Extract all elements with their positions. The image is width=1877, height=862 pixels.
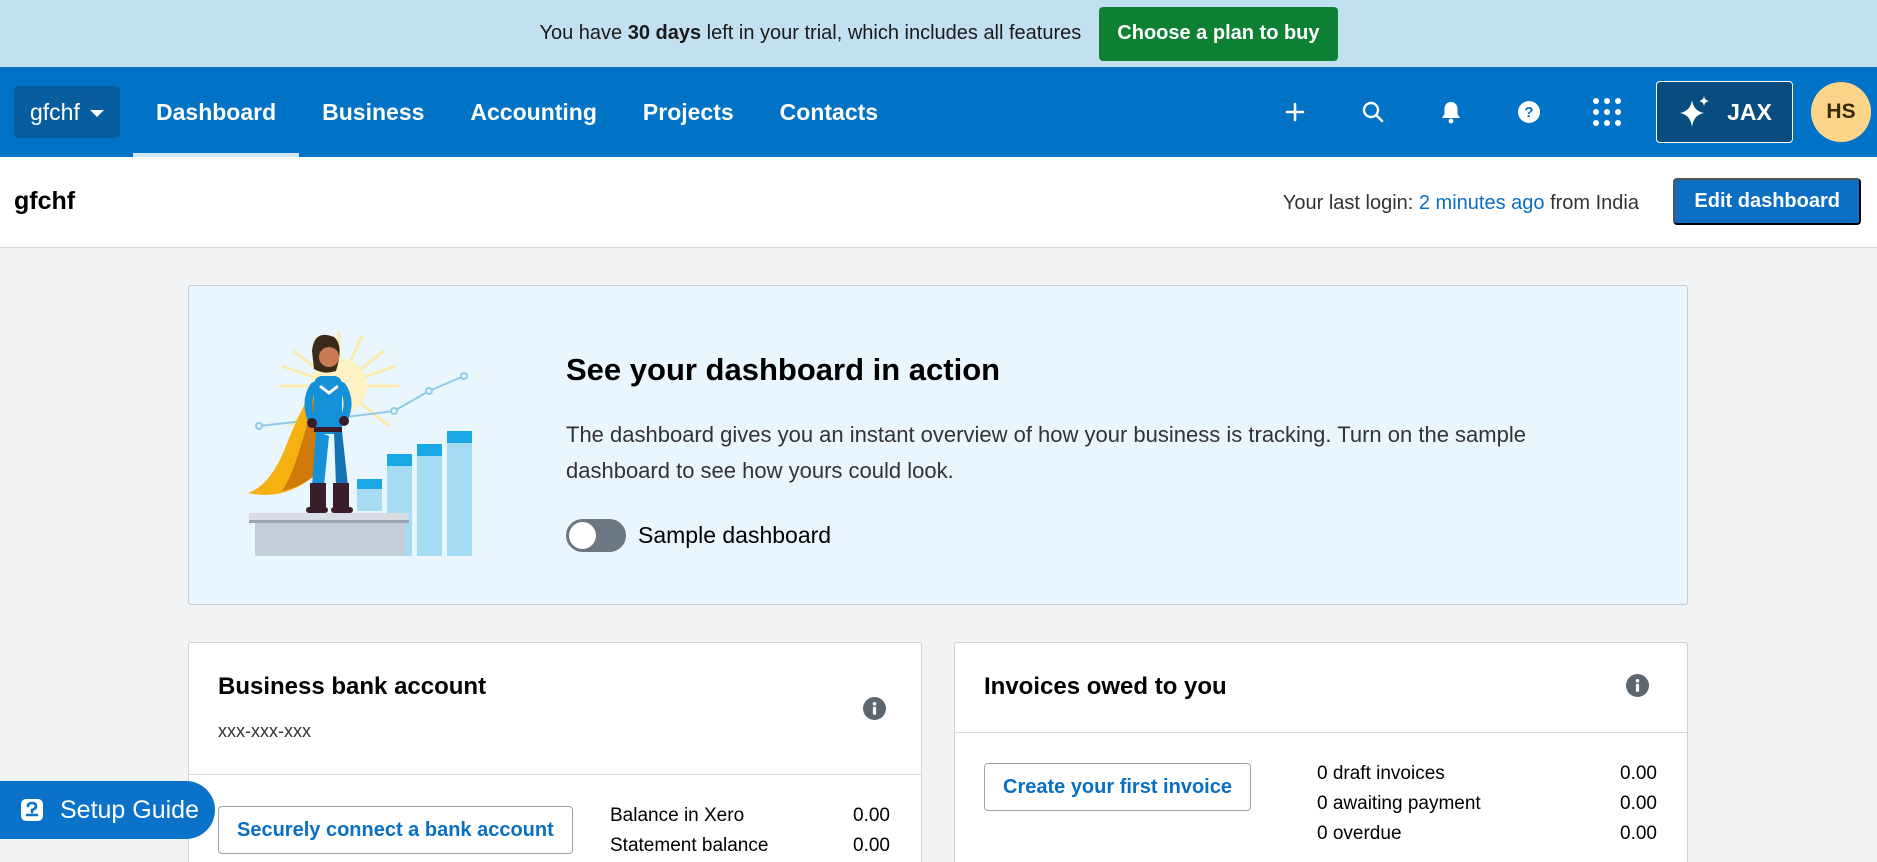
bank-account-card: Business bank account xxx-xxx-xxx Secure…: [188, 642, 922, 862]
setup-guide-icon: [21, 799, 43, 821]
info-icon[interactable]: [863, 697, 886, 720]
help-icon[interactable]: ?: [1490, 67, 1568, 157]
org-switcher-label: gfchf: [30, 98, 80, 125]
bell-icon[interactable]: [1412, 67, 1490, 157]
stat-row: Balance in Xero 0.00: [610, 805, 890, 826]
trial-banner: You have 30 days left in your trial, whi…: [0, 0, 1877, 67]
tab-dashboard[interactable]: Dashboard: [133, 67, 300, 157]
sample-dashboard-label: Sample dashboard: [638, 522, 832, 548]
promo-title: See your dashboard in action: [566, 352, 1001, 387]
superhero-illustration: [248, 331, 472, 556]
promo-description: The dashboard gives you an instant overv…: [566, 422, 1526, 483]
stat-row: 0 awaiting payment 0.00: [1317, 793, 1657, 814]
sample-dashboard-toggle[interactable]: [566, 519, 626, 552]
last-login-info: Your last login: 2 minutes ago from Indi…: [1282, 192, 1639, 214]
last-login-link[interactable]: 2 minutes ago: [1419, 192, 1545, 214]
svg-text:?: ?: [1524, 104, 1533, 121]
tab-projects[interactable]: Projects: [620, 67, 757, 157]
invoice-stats: 0 draft invoices 0.00 0 awaiting payment 0…: [1317, 759, 1657, 849]
jax-label: JAX: [1727, 98, 1772, 125]
invoices-card: Invoices owed to you Create your first i…: [954, 642, 1688, 862]
setup-guide-label: Setup Guide: [60, 795, 199, 824]
page-title: gfchf: [14, 187, 76, 215]
info-icon[interactable]: [1626, 674, 1649, 697]
bank-card-title: Business bank account: [218, 673, 487, 700]
sparkle-icon: [1680, 96, 1710, 127]
bank-account-number: xxx-xxx-xxx: [218, 721, 311, 741]
invoices-card-title: Invoices owed to you: [984, 673, 1227, 700]
page-header: gfchf Your last login: 2 minutes ago fro…: [0, 157, 1877, 248]
card-divider: [955, 732, 1687, 733]
top-nav: gfchf Dashboard Business Accounting Proj…: [0, 67, 1877, 157]
stat-row: 0 draft invoices 0.00: [1317, 763, 1657, 784]
bank-stats: Balance in Xero 0.00 Statement balance 0.0…: [610, 801, 890, 861]
org-switcher[interactable]: gfchf: [14, 86, 120, 138]
nav-actions: ? JAX HS: [1256, 67, 1877, 157]
tab-accounting[interactable]: Accounting: [447, 67, 620, 157]
jax-button[interactable]: JAX: [1656, 81, 1793, 143]
toggle-knob: [569, 522, 596, 549]
chevron-down-icon: [89, 110, 104, 117]
trial-days: 30 days: [627, 22, 702, 44]
stat-row: Statement balance 0.00: [610, 835, 890, 856]
tab-business[interactable]: Business: [299, 67, 447, 157]
sample-dashboard-promo: See your dashboard in action The dashboa…: [188, 285, 1688, 605]
edit-dashboard-button[interactable]: Edit dashboard: [1673, 178, 1861, 225]
stat-row: 0 overdue 0.00: [1317, 823, 1657, 844]
avatar[interactable]: HS: [1811, 82, 1871, 142]
choose-plan-button[interactable]: Choose a plan to buy: [1099, 6, 1338, 61]
sample-dashboard-toggle-row: Sample dashboard: [566, 519, 831, 552]
connect-bank-button[interactable]: Securely connect a bank account: [218, 806, 573, 854]
trial-message: You have 30 days left in your trial, whi…: [539, 22, 1082, 44]
nav-tabs: Dashboard Business Accounting Projects C…: [133, 67, 901, 157]
plus-icon[interactable]: [1256, 67, 1334, 157]
setup-guide-button[interactable]: Setup Guide: [0, 781, 215, 839]
card-divider: [189, 774, 921, 775]
tab-contacts[interactable]: Contacts: [757, 67, 901, 157]
search-icon[interactable]: [1334, 67, 1412, 157]
create-invoice-button[interactable]: Create your first invoice: [984, 763, 1251, 811]
app-grid-icon[interactable]: [1568, 67, 1646, 157]
